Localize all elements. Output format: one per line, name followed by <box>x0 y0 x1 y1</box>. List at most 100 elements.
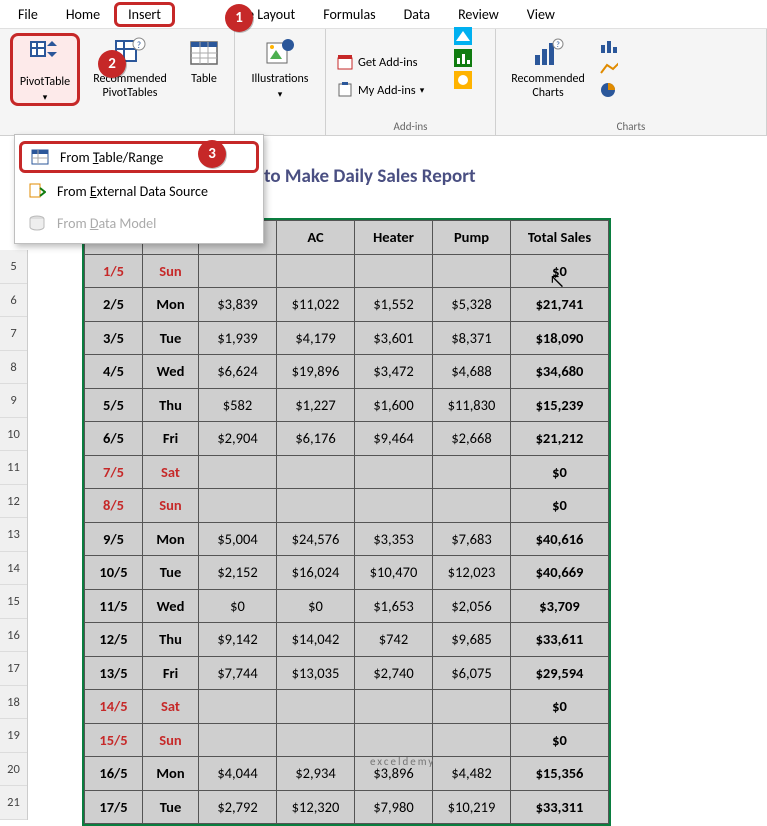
cell[interactable]: $11,830 <box>433 388 511 422</box>
cell[interactable]: $0 <box>511 690 609 724</box>
pie-chart-icon[interactable] <box>600 81 618 99</box>
cell[interactable]: $33,311 <box>511 790 609 824</box>
cell[interactable] <box>433 254 511 288</box>
cell[interactable]: $6,176 <box>277 422 355 456</box>
row-header[interactable]: 18 <box>0 686 27 720</box>
cell[interactable]: $21,741 <box>511 288 609 322</box>
cell[interactable]: Sun <box>143 723 199 757</box>
cell[interactable]: $1,653 <box>355 589 433 623</box>
table-row[interactable]: 12/5Thu$9,142$14,042$742$9,685$33,611 <box>85 623 609 657</box>
my-addins-button[interactable]: My Add-ins ▾ <box>336 80 424 100</box>
cell[interactable]: $742 <box>355 623 433 657</box>
pivottable-button[interactable]: PivotTable ▾ <box>10 33 80 106</box>
cell[interactable]: $1,227 <box>277 388 355 422</box>
cell[interactable]: 17/5 <box>85 790 143 824</box>
cell[interactable]: $12,023 <box>433 556 511 590</box>
table-row[interactable]: 16/5Mon$4,044$2,934$3,896$4,482$15,356 <box>85 757 609 791</box>
cell[interactable]: $4,044 <box>199 757 277 791</box>
cell[interactable] <box>433 455 511 489</box>
cell[interactable]: $9,464 <box>355 422 433 456</box>
table-row[interactable]: 13/5Fri$7,744$13,035$2,740$6,075$29,594 <box>85 656 609 690</box>
row-header[interactable]: 6 <box>0 284 27 318</box>
cell[interactable]: $14,042 <box>277 623 355 657</box>
cell[interactable]: $40,669 <box>511 556 609 590</box>
cell[interactable]: $10,470 <box>355 556 433 590</box>
row-header[interactable]: 16 <box>0 619 27 653</box>
cell[interactable] <box>355 254 433 288</box>
cell[interactable] <box>355 455 433 489</box>
table-row[interactable]: 14/5Sat$0 <box>85 690 609 724</box>
cell[interactable]: $33,611 <box>511 623 609 657</box>
cell[interactable]: Wed <box>143 355 199 389</box>
cell[interactable]: $15,356 <box>511 757 609 791</box>
cell[interactable]: $0 <box>511 489 609 523</box>
cell[interactable]: $5,004 <box>199 522 277 556</box>
cell[interactable]: $2,740 <box>355 656 433 690</box>
cell[interactable]: $6,075 <box>433 656 511 690</box>
cell[interactable]: $9,142 <box>199 623 277 657</box>
cell[interactable]: 1/5 <box>85 254 143 288</box>
cell[interactable]: $7,980 <box>355 790 433 824</box>
cell[interactable]: $2,152 <box>199 556 277 590</box>
cell[interactable]: $3,353 <box>355 522 433 556</box>
cell[interactable]: $0 <box>511 723 609 757</box>
row-header[interactable]: 20 <box>0 753 27 787</box>
cell[interactable]: $9,685 <box>433 623 511 657</box>
table-row[interactable]: 17/5Tue$2,792$12,320$7,980$10,219$33,311 <box>85 790 609 824</box>
cell[interactable]: $21,212 <box>511 422 609 456</box>
tab-view[interactable]: View <box>513 2 569 27</box>
tab-file[interactable]: File <box>4 2 52 27</box>
cell[interactable]: Sun <box>143 254 199 288</box>
cell[interactable]: $0 <box>277 589 355 623</box>
cell[interactable]: $1,552 <box>355 288 433 322</box>
cell[interactable]: 2/5 <box>85 288 143 322</box>
row-header[interactable]: 5 <box>0 250 27 284</box>
cell[interactable]: $10,219 <box>433 790 511 824</box>
cell[interactable]: $4,179 <box>277 321 355 355</box>
data-table[interactable]: ACHeaterPumpTotal Sales 1/5Sun$02/5Mon$3… <box>84 220 609 824</box>
cell[interactable]: 10/5 <box>85 556 143 590</box>
cell[interactable]: Sun <box>143 489 199 523</box>
cell[interactable] <box>277 723 355 757</box>
cell[interactable] <box>199 455 277 489</box>
cell[interactable]: $2,904 <box>199 422 277 456</box>
row-header[interactable]: 21 <box>0 786 27 820</box>
visio-icon[interactable] <box>454 71 472 89</box>
get-addins-button[interactable]: Get Add-ins <box>336 52 418 72</box>
cell[interactable]: 14/5 <box>85 690 143 724</box>
cell[interactable]: $24,576 <box>277 522 355 556</box>
illustrations-button[interactable]: Illustrations ▾ <box>241 33 319 100</box>
cell[interactable]: 6/5 <box>85 422 143 456</box>
cell[interactable] <box>433 723 511 757</box>
table-row[interactable]: 6/5Fri$2,904$6,176$9,464$2,668$21,212 <box>85 422 609 456</box>
cell[interactable]: 9/5 <box>85 522 143 556</box>
cell[interactable]: 7/5 <box>85 455 143 489</box>
cell[interactable]: Tue <box>143 790 199 824</box>
cell[interactable]: $11,022 <box>277 288 355 322</box>
cell[interactable]: Thu <box>143 388 199 422</box>
cell[interactable]: $2,668 <box>433 422 511 456</box>
cell[interactable] <box>277 455 355 489</box>
cell[interactable]: $2,792 <box>199 790 277 824</box>
cell[interactable]: $3,472 <box>355 355 433 389</box>
cell[interactable]: $1,939 <box>199 321 277 355</box>
cell[interactable]: $4,482 <box>433 757 511 791</box>
table-row[interactable]: 15/5Sun$0 <box>85 723 609 757</box>
cell[interactable]: 3/5 <box>85 321 143 355</box>
table-row[interactable]: 10/5Tue$2,152$16,024$10,470$12,023$40,66… <box>85 556 609 590</box>
row-header[interactable]: 9 <box>0 384 27 418</box>
cell[interactable]: $34,680 <box>511 355 609 389</box>
row-header[interactable]: 10 <box>0 418 27 452</box>
tab-insert[interactable]: Insert <box>114 2 175 27</box>
cell[interactable]: $40,616 <box>511 522 609 556</box>
cell[interactable]: Tue <box>143 556 199 590</box>
cell[interactable]: 5/5 <box>85 388 143 422</box>
cell[interactable]: $1,600 <box>355 388 433 422</box>
cell[interactable]: $15,239 <box>511 388 609 422</box>
table-row[interactable]: 11/5Wed$0$0$1,653$2,056$3,709 <box>85 589 609 623</box>
cell[interactable]: $8,371 <box>433 321 511 355</box>
cell[interactable]: $6,624 <box>199 355 277 389</box>
cell[interactable]: Sat <box>143 455 199 489</box>
cell[interactable]: 8/5 <box>85 489 143 523</box>
cell[interactable]: 16/5 <box>85 757 143 791</box>
